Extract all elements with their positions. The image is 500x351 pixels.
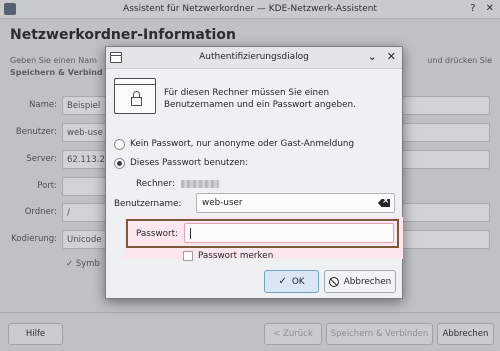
description-end: und drücken Sie xyxy=(427,56,492,65)
dialog-title: Authentifizierungsdialog xyxy=(199,52,309,62)
wizard-cancel-button[interactable]: Abbrechen xyxy=(437,323,494,345)
symbol-checkbox[interactable]: ✓ Symb xyxy=(66,259,100,269)
dialog-message: Für diesen Rechner müssen Sie einen Benu… xyxy=(164,88,356,110)
folder-label: Ordner: xyxy=(24,207,57,217)
remember-password-box[interactable] xyxy=(183,251,193,261)
description-start: Geben Sie einen Nam xyxy=(10,56,97,65)
wizard-window-title: Assistent für Netzwerkordner — KDE-Netzw… xyxy=(123,4,377,14)
port-field[interactable] xyxy=(62,177,108,196)
radio-anonymous[interactable]: Kein Passwort, nur anonyme oder Gast-Anm… xyxy=(114,137,354,151)
radio-anonymous-indicator[interactable] xyxy=(114,138,125,150)
radio-use-password-label: Dieses Passwort benutzen: xyxy=(130,158,249,168)
host-value-redacted xyxy=(181,180,219,188)
server-label: Server: xyxy=(26,154,57,164)
close-icon[interactable]: ✕ xyxy=(387,50,396,63)
save-connect-button[interactable]: Speichern & Verbinden xyxy=(326,323,433,345)
wizard-titlebar: Assistent für Netzwerkordner — KDE-Netzw… xyxy=(0,0,500,19)
remember-password-checkbox[interactable]: Passwort merken xyxy=(183,251,273,261)
close-icon[interactable]: ✕ xyxy=(486,3,494,14)
chevron-down-icon[interactable]: ⌄ xyxy=(368,50,377,63)
user-label: Benutzer: xyxy=(15,127,57,137)
wizard-footer: Hilfe < Zurück Speichern & Verbinden Abb… xyxy=(0,312,500,351)
radio-use-password[interactable]: Dieses Passwort benutzen: xyxy=(114,156,248,170)
username-label: Benutzername: xyxy=(114,199,182,209)
cancel-icon xyxy=(328,276,339,287)
port-label: Port: xyxy=(37,181,57,191)
remember-password-label: Passwort merken xyxy=(198,251,274,261)
name-label: Name: xyxy=(29,100,57,110)
radio-use-password-indicator[interactable] xyxy=(114,157,125,169)
help-button[interactable]: Hilfe xyxy=(8,323,63,345)
host-label: Rechner: xyxy=(136,179,175,189)
dialog-window-controls: ⌄ ✕ xyxy=(368,50,396,63)
text-caret xyxy=(190,228,191,239)
radio-anonymous-label: Kein Passwort, nur anonyme oder Gast-Anm… xyxy=(130,139,355,149)
wizard-window-controls: ? ✕ xyxy=(470,3,494,14)
cancel-button[interactable]: Abbrechen xyxy=(324,270,396,293)
dialog-titlebar: Authentifizierungsdialog ⌄ ✕ xyxy=(106,47,402,69)
username-input[interactable]: web-user xyxy=(196,193,395,213)
wizard-heading: Netzwerkordner-Information xyxy=(10,27,236,43)
username-value: web-user xyxy=(202,198,243,208)
checkmark-icon: ✓ xyxy=(278,276,287,287)
back-button[interactable]: < Zurück xyxy=(264,323,322,345)
clear-text-icon[interactable] xyxy=(378,199,390,207)
cancel-label: Abbrechen xyxy=(343,276,392,287)
ok-label: OK xyxy=(291,276,305,287)
password-label: Passwort: xyxy=(136,229,179,239)
help-icon[interactable]: ? xyxy=(470,3,475,14)
lock-window-icon xyxy=(114,78,156,114)
authentication-dialog: Authentifizierungsdialog ⌄ ✕ Für diesen … xyxy=(105,46,403,299)
password-input[interactable] xyxy=(184,223,394,243)
ok-button[interactable]: ✓ OK xyxy=(264,270,319,293)
encoding-label: Kodierung: xyxy=(11,234,57,244)
symbol-checkbox-label: Symb xyxy=(75,259,100,269)
